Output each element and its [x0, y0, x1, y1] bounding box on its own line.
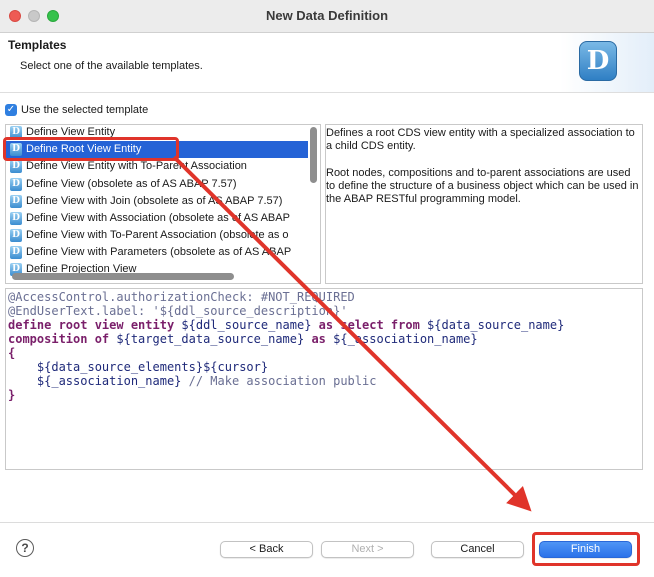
annotation-arrow [172, 155, 532, 512]
